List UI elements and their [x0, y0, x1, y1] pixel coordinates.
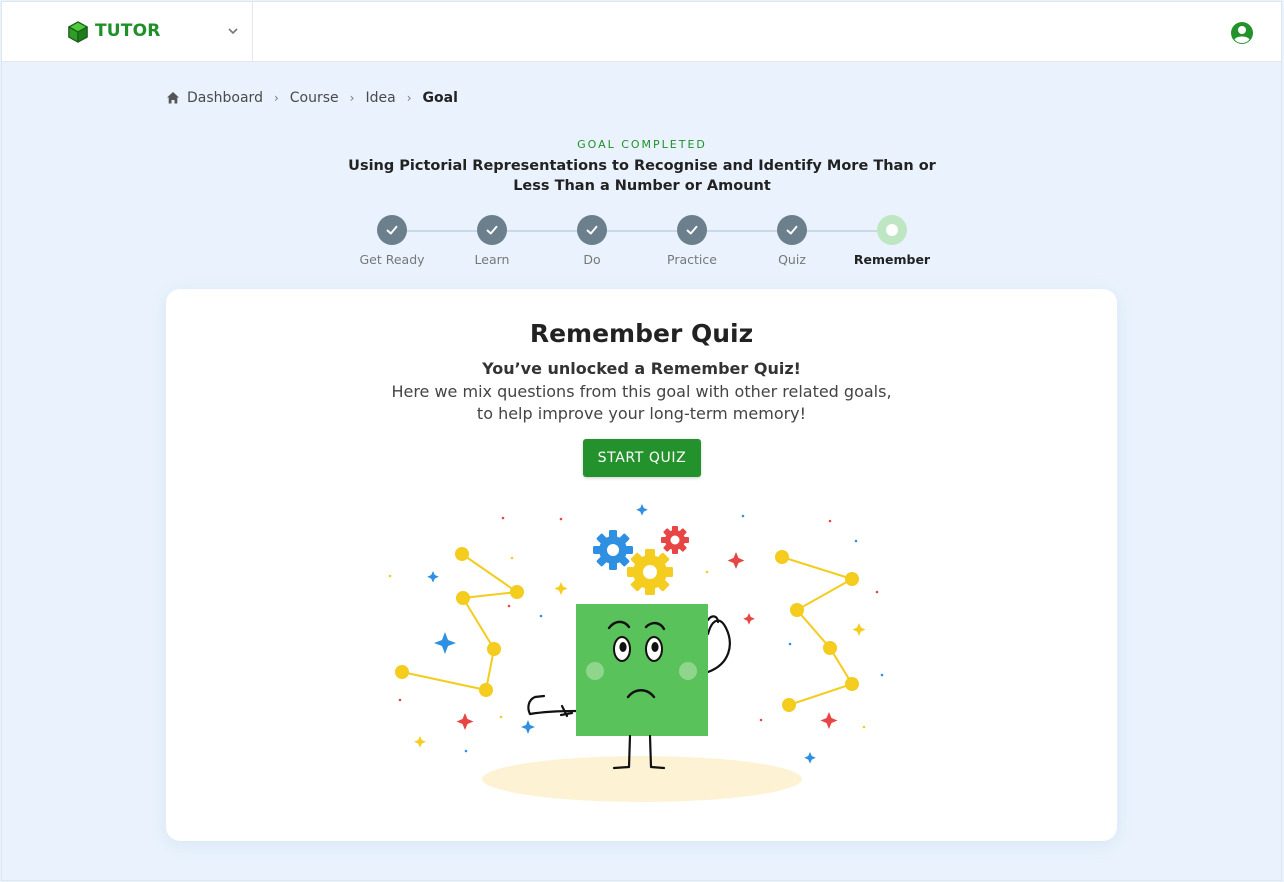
- breadcrumb: Dashboard › Course › Idea › Goal: [166, 88, 458, 108]
- step-label: Learn: [474, 252, 510, 267]
- goal-status: GOAL COMPLETED: [577, 138, 707, 151]
- start-quiz-button[interactable]: START QUIZ: [583, 439, 701, 477]
- breadcrumb-idea[interactable]: Idea: [365, 90, 395, 106]
- check-icon: [577, 215, 607, 245]
- step-label: Practice: [667, 252, 717, 267]
- step-label: Do: [583, 252, 601, 267]
- chevron-right-icon: ›: [406, 91, 412, 105]
- step-quiz[interactable]: Quiz: [742, 215, 842, 267]
- chevron-right-icon: ›: [349, 91, 355, 105]
- step-learn[interactable]: Learn: [442, 215, 542, 267]
- description-line: to help improve your long-term memory!: [476, 404, 807, 423]
- progress-stepper: Get Ready Learn Do Practice Quiz Remembe…: [342, 215, 942, 275]
- card-title: Remember Quiz: [529, 319, 754, 348]
- check-icon: [677, 215, 707, 245]
- card-description: Here we mix questions from this goal wit…: [341, 381, 942, 425]
- check-icon: [777, 215, 807, 245]
- step-get-ready[interactable]: Get Ready: [342, 215, 442, 267]
- description-line: Here we mix questions from this goal wit…: [391, 382, 892, 401]
- chevron-right-icon: ›: [273, 91, 279, 105]
- brand-selector[interactable]: TUTOR: [2, 2, 253, 61]
- brand-name: TUTOR: [95, 21, 161, 41]
- account-circle-icon[interactable]: [1230, 21, 1254, 45]
- step-label: Get Ready: [359, 252, 425, 267]
- step-remember[interactable]: Remember: [842, 215, 942, 267]
- chevron-down-icon[interactable]: [226, 24, 240, 38]
- step-do[interactable]: Do: [542, 215, 642, 267]
- remember-quiz-card: Remember Quiz You’ve unlocked a Remember…: [166, 289, 1117, 841]
- breadcrumb-goal: Goal: [422, 90, 458, 106]
- cube-icon: [68, 21, 88, 43]
- check-icon: [377, 215, 407, 245]
- current-step-dot: [877, 215, 907, 245]
- goal-title: Using Pictorial Representations to Recog…: [348, 158, 936, 194]
- card-subtitle: You’ve unlocked a Remember Quiz!: [482, 359, 801, 378]
- thinking-cube-illustration: [388, 504, 884, 802]
- check-icon: [477, 215, 507, 245]
- step-label: Quiz: [778, 252, 806, 267]
- step-label: Remember: [853, 252, 931, 267]
- step-practice[interactable]: Practice: [642, 215, 742, 267]
- breadcrumb-course[interactable]: Course: [290, 90, 339, 106]
- top-bar: TUTOR: [2, 2, 1281, 62]
- breadcrumb-dashboard[interactable]: Dashboard: [187, 90, 263, 106]
- home-icon: [167, 92, 179, 104]
